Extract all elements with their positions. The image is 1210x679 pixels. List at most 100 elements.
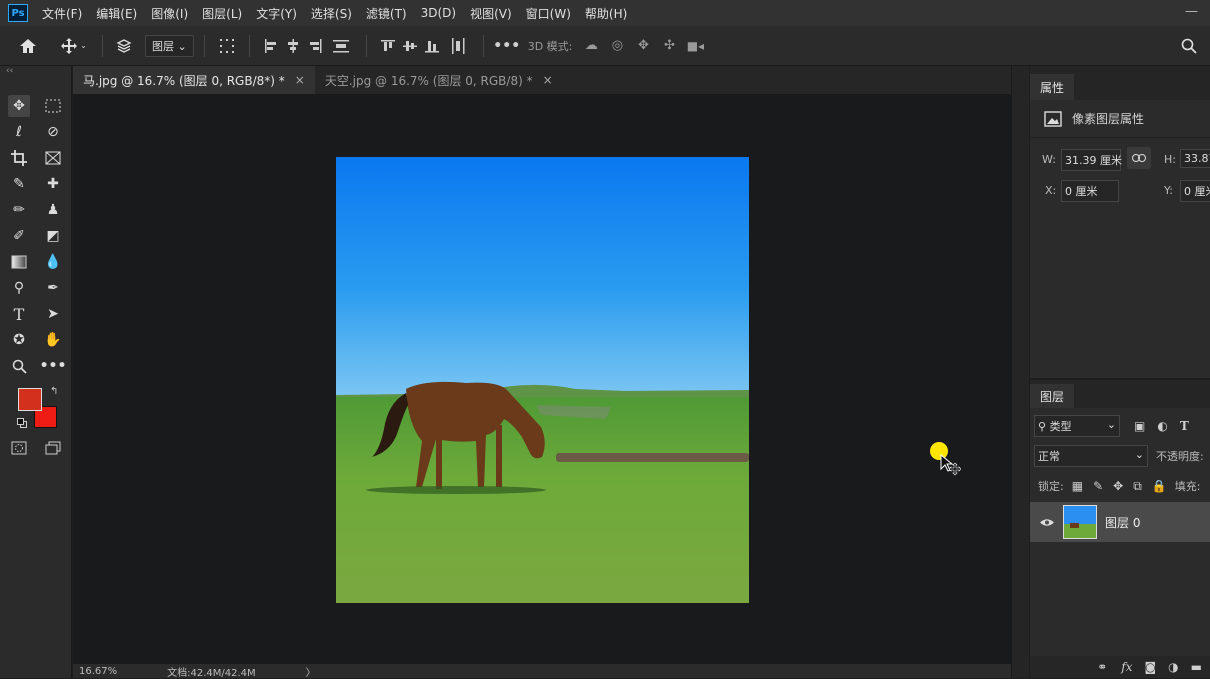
mode-3d-label: 3D 模式: [527, 39, 573, 53]
menu-view[interactable]: 视图(V) [470, 5, 512, 22]
swap-colors-icon[interactable]: ↰ [50, 386, 58, 397]
crop-icon [11, 150, 27, 166]
search-button[interactable] [1178, 26, 1200, 66]
canvas[interactable] [73, 94, 1011, 664]
camera-3d-icon[interactable]: ■◂ [682, 26, 708, 66]
panel-scrollbar[interactable] [1011, 66, 1029, 678]
y-field[interactable]: 0 厘米 [1180, 180, 1210, 202]
roll-3d-icon[interactable]: ◎ [604, 26, 630, 66]
search-icon: ⚲ [1038, 420, 1047, 433]
stamp-tool[interactable]: ♟ [42, 199, 64, 221]
adjustment-layer-icon[interactable]: ◑ [1168, 660, 1178, 674]
healing-tool[interactable]: ✚ [42, 173, 64, 195]
tab-sky-jpg[interactable]: 天空.jpg @ 16.7% (图层 0, RGB/8) * × [315, 66, 563, 94]
close-icon[interactable]: × [295, 73, 305, 87]
pen-tool[interactable]: ✒ [42, 277, 64, 299]
frame-tool[interactable] [42, 147, 64, 169]
quick-select-tool[interactable]: ⊘ [42, 121, 64, 143]
menu-filter[interactable]: 滤镜(T) [366, 5, 407, 22]
blend-mode-dropdown[interactable]: 正常 ⌄ [1034, 445, 1148, 467]
hand-tool[interactable]: ✋ [42, 329, 64, 351]
history-brush-tool[interactable]: ✐ [8, 225, 30, 247]
menu-image[interactable]: 图像(I) [151, 5, 188, 22]
collapse-icon[interactable]: ‹‹ [6, 66, 13, 76]
link-layers-icon[interactable]: ⚭ [1097, 660, 1107, 674]
lock-artboard-icon[interactable]: ⧉ [1133, 479, 1142, 494]
filter-pixel-icon[interactable]: ▣ [1134, 419, 1145, 433]
filter-adjustment-icon[interactable]: ◐ [1157, 419, 1167, 433]
layer-select-dropdown[interactable]: 图层 ⌄ [145, 26, 194, 66]
height-field[interactable]: 33.87 [1180, 149, 1210, 168]
lock-transparent-icon[interactable]: ▦ [1072, 479, 1083, 493]
foreground-color-swatch[interactable] [18, 388, 42, 411]
close-icon[interactable]: × [543, 73, 553, 87]
lasso-tool[interactable]: ℓ [8, 121, 30, 143]
align-bottom-icon[interactable] [421, 26, 443, 66]
menu-file[interactable]: 文件(F) [42, 5, 82, 22]
layer-name[interactable]: 图层 0 [1105, 514, 1140, 531]
link-button[interactable] [1127, 147, 1151, 169]
menu-help[interactable]: 帮助(H) [585, 5, 627, 22]
home-button[interactable] [0, 26, 56, 66]
eyedropper-tool[interactable]: ✎ [8, 173, 30, 195]
menu-edit[interactable]: 编辑(E) [96, 5, 137, 22]
gradient-tool[interactable] [8, 251, 30, 273]
layer-row[interactable]: 图层 0 [1030, 502, 1210, 542]
shape-tool[interactable]: ✪ [8, 329, 30, 351]
divider [102, 34, 103, 57]
lock-position-icon[interactable]: ✥ [1113, 479, 1123, 493]
menu-select[interactable]: 选择(S) [311, 5, 352, 22]
marquee-tool[interactable] [42, 95, 64, 117]
move-tool-button[interactable]: ⌄ [56, 26, 92, 66]
menu-type[interactable]: 文字(Y) [256, 5, 297, 22]
layers-footer: ⚭ fx ◙ ◑ ▬ [1030, 656, 1210, 678]
zoom-tool[interactable] [8, 355, 30, 377]
horse-photo[interactable] [336, 157, 749, 603]
eye-icon[interactable] [1040, 518, 1054, 527]
layer-filter-dropdown[interactable]: ⚲ 类型 ⌄ [1034, 415, 1120, 437]
width-field[interactable]: 31.39 厘米 [1061, 149, 1122, 171]
fx-icon[interactable]: fx [1121, 660, 1132, 674]
minimize-icon[interactable]: — [1185, 4, 1198, 19]
align-right-icon[interactable] [304, 26, 326, 66]
transform-controls-icon[interactable] [215, 26, 239, 66]
blur-tool[interactable]: 💧 [42, 251, 64, 273]
quick-mask-tool[interactable] [8, 437, 30, 459]
drag-3d-icon[interactable]: ✥ [630, 26, 656, 66]
lock-paint-icon[interactable]: ✎ [1093, 479, 1103, 493]
align-left-icon[interactable] [260, 26, 282, 66]
orbit-3d-icon[interactable]: ☁ [578, 26, 604, 66]
tab-properties[interactable]: 属性 [1030, 74, 1075, 100]
menu-layer[interactable]: 图层(L) [202, 5, 242, 22]
zoom-level[interactable]: 16.67% [79, 666, 117, 677]
slide-3d-icon[interactable]: ✣ [656, 26, 682, 66]
tab-horse-jpg[interactable]: 马.jpg @ 16.7% (图层 0, RGB/8*) * × [73, 66, 315, 94]
eraser-tool[interactable]: ◩ [42, 225, 64, 247]
align-middle-icon[interactable] [399, 26, 421, 66]
type-tool[interactable]: T [8, 303, 30, 325]
filter-type-icon[interactable]: T [1180, 419, 1189, 433]
auto-select-icon[interactable] [113, 26, 135, 66]
edit-toolbar-icon[interactable]: ••• [40, 355, 67, 377]
path-select-tool[interactable]: ➤ [42, 303, 64, 325]
menu-window[interactable]: 窗口(W) [526, 5, 571, 22]
status-arrow-icon[interactable]: 〉 [306, 664, 316, 679]
folder-icon[interactable]: ▬ [1191, 660, 1202, 674]
add-mask-icon[interactable]: ◙ [1145, 660, 1157, 674]
x-field[interactable]: 0 厘米 [1061, 180, 1119, 202]
brush-tool[interactable]: ✏ [8, 199, 30, 221]
more-options-icon[interactable]: ••• [493, 26, 520, 66]
move-tool[interactable]: ✥ [8, 95, 30, 117]
properties-type-row: 像素图层属性 [1030, 100, 1210, 138]
tab-layers[interactable]: 图层 [1030, 384, 1075, 408]
menu-3d[interactable]: 3D(D) [421, 6, 456, 20]
distribute-icon[interactable] [326, 26, 356, 66]
lock-all-icon[interactable]: 🔒 [1152, 479, 1167, 493]
distribute-vertical-icon[interactable] [443, 26, 473, 66]
align-center-icon[interactable] [282, 26, 304, 66]
crop-tool[interactable] [8, 147, 30, 169]
default-colors-icon[interactable] [17, 418, 27, 428]
dodge-tool[interactable]: ⚲ [8, 277, 30, 299]
screen-mode-tool[interactable] [42, 437, 64, 459]
align-top-icon[interactable] [377, 26, 399, 66]
